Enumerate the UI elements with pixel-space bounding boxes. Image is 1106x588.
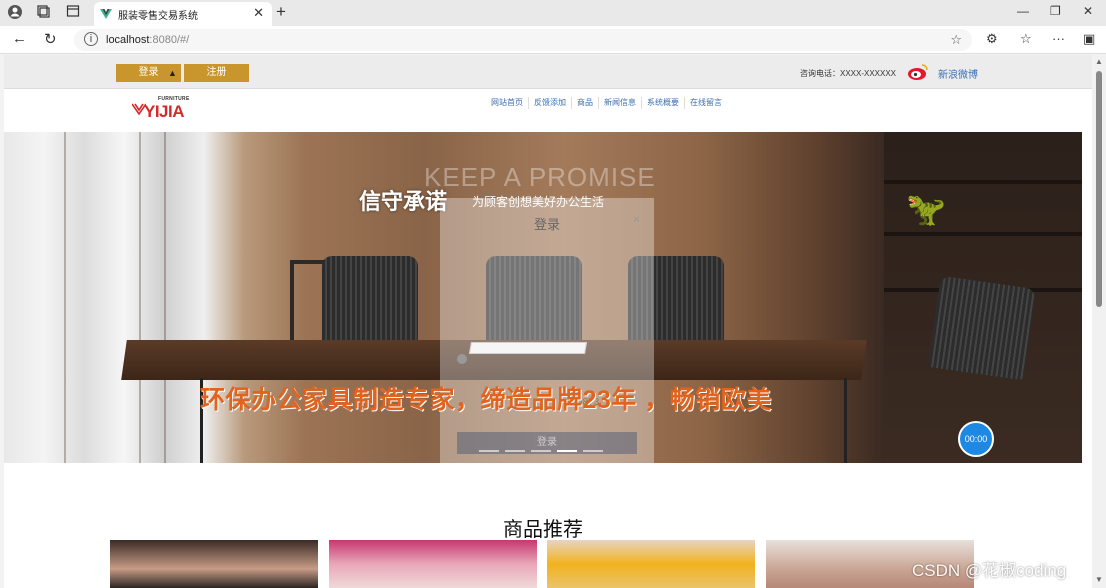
browser-tab-bar: 服装零售交易系统 ✕ + — ❐ ✕ xyxy=(0,0,1106,26)
wall-panel-line xyxy=(64,132,66,463)
modal-title: 登录 xyxy=(533,217,560,232)
url-text: localhost:8080/#/ xyxy=(106,34,190,46)
scroll-down-icon[interactable]: ▼ xyxy=(1095,575,1103,584)
close-window-icon[interactable]: ✕ xyxy=(1083,4,1093,18)
carousel-dot[interactable] xyxy=(583,450,603,452)
extensions-icon[interactable]: ⚙ xyxy=(986,31,998,47)
page-scrollbar[interactable]: ▲ ▼ xyxy=(1093,55,1106,588)
product-thumb[interactable] xyxy=(329,540,537,588)
nav-message[interactable]: 在线留言 xyxy=(685,97,727,109)
carousel-dot-active[interactable] xyxy=(557,450,577,452)
hero-banner[interactable]: 🦖 KEEP A PROMISE 信守承诺 为顾客创想美好办公生活 登录 × 9… xyxy=(4,132,1082,463)
back-icon[interactable]: ← xyxy=(12,30,27,47)
page-viewport: 登录 注册 ▲ 咨询电话：XXXX-XXXXXX 新浪微博 FURNITURE … xyxy=(4,55,1092,588)
scrollbar-thumb[interactable] xyxy=(1096,71,1102,307)
sidebar-icon[interactable]: ▣ xyxy=(1083,31,1095,47)
register-button[interactable]: 注册 xyxy=(184,64,249,82)
nav-home[interactable]: 网站首页 xyxy=(486,97,529,109)
product-thumb[interactable] xyxy=(110,540,318,588)
new-tab-icon[interactable]: + xyxy=(276,2,286,22)
close-icon[interactable]: ✕ xyxy=(253,5,264,21)
chair-image xyxy=(322,256,418,348)
chair-image xyxy=(928,275,1036,381)
main-nav: 网站首页 反馈添加 商品 新闻信息 系统概要 在线留言 xyxy=(486,97,727,109)
weibo-icon[interactable] xyxy=(907,63,929,81)
product-thumb[interactable] xyxy=(547,540,755,588)
dinosaur-model-image: 🦖 xyxy=(906,191,946,227)
nav-feedback[interactable]: 反馈添加 xyxy=(529,97,572,109)
watermark: CSDN @花椒coding xyxy=(912,561,1067,580)
site-logo[interactable]: FURNITURE YIJIA xyxy=(132,96,192,124)
slogan-english: KEEP A PROMISE xyxy=(424,162,656,192)
mouse-cursor-icon: ▲ xyxy=(168,68,177,78)
nav-system[interactable]: 系统概要 xyxy=(642,97,685,109)
reload-icon[interactable]: ↻ xyxy=(44,30,57,48)
banner-headline: 环保办公家具制造专家，缔造品牌23年 ，畅销欧美 xyxy=(200,386,772,414)
weibo-link[interactable]: 新浪微博 xyxy=(938,66,978,81)
workspaces-icon[interactable] xyxy=(34,4,52,22)
consult-phone: 咨询电话：XXXX-XXXXXX xyxy=(800,69,897,78)
slogan-main: 信守承诺 xyxy=(359,189,448,214)
wall-panel-line xyxy=(139,132,141,463)
tab-actions-icon[interactable] xyxy=(64,4,82,22)
timer-badge[interactable]: 00:00 xyxy=(958,421,994,457)
carousel-dot[interactable] xyxy=(505,450,525,452)
lamp-image xyxy=(290,260,294,350)
close-icon[interactable]: × xyxy=(633,212,640,226)
carousel-dot[interactable] xyxy=(479,450,499,452)
favicon xyxy=(100,7,112,19)
minimize-icon[interactable]: — xyxy=(1017,4,1029,18)
section-title: 商品推荐 xyxy=(503,519,583,541)
restore-icon[interactable]: ❐ xyxy=(1050,4,1061,18)
role-radio[interactable] xyxy=(457,354,467,364)
active-tab[interactable]: 服装零售交易系统 ✕ xyxy=(94,2,272,26)
logo-main-text: YIJIA xyxy=(144,102,185,121)
carousel-dots xyxy=(479,450,603,452)
favorites-icon[interactable]: ☆ xyxy=(1020,31,1032,47)
nav-news[interactable]: 新闻信息 xyxy=(599,97,642,109)
more-icon[interactable]: ··· xyxy=(1052,31,1065,46)
scroll-up-icon[interactable]: ▲ xyxy=(1095,57,1103,66)
url-field[interactable]: i localhost:8080/#/ ☆ xyxy=(74,29,972,51)
carousel-dot[interactable] xyxy=(531,450,551,452)
wall-panel-line xyxy=(164,132,166,463)
login-modal: 登录 × 9873 登录 xyxy=(440,198,654,463)
address-bar: ← ↻ i localhost:8080/#/ ☆ ⚙ ☆ ··· ▣ xyxy=(0,26,1106,54)
site-header: FURNITURE YIJIA 网站首页 反馈添加 商品 新闻信息 系统概要 在… xyxy=(4,89,1092,132)
info-icon[interactable]: i xyxy=(84,32,98,46)
table-leg xyxy=(844,378,847,463)
top-strip: 登录 注册 ▲ 咨询电话：XXXX-XXXXXX 新浪微博 xyxy=(4,55,1092,89)
tab-title: 服装零售交易系统 xyxy=(118,11,198,22)
profile-icon[interactable] xyxy=(6,4,24,22)
favorite-star-icon[interactable]: ☆ xyxy=(950,32,962,48)
nav-products[interactable]: 商品 xyxy=(572,97,599,109)
